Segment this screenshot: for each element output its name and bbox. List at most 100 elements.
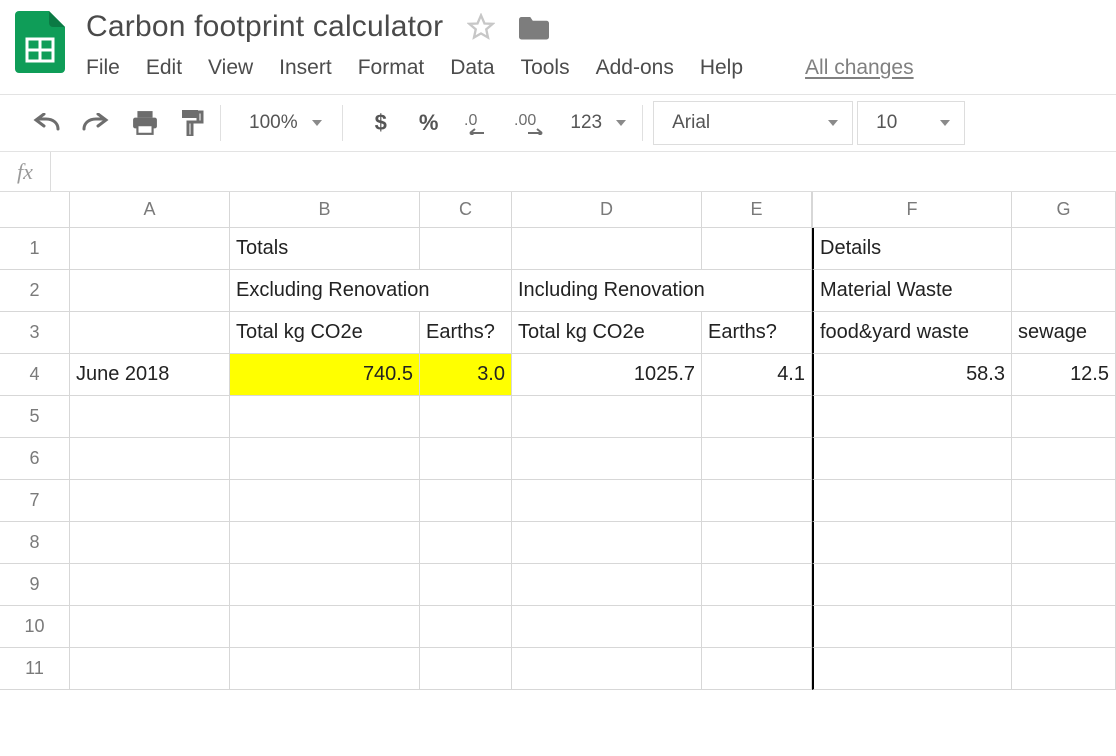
cell-a10[interactable] — [70, 606, 230, 648]
cell-d4[interactable]: 1025.7 — [512, 354, 702, 396]
cell-b10[interactable] — [230, 606, 420, 648]
cell-c11[interactable] — [420, 648, 512, 690]
zoom-dropdown[interactable]: 100% — [231, 101, 336, 145]
row-header-4[interactable]: 4 — [0, 354, 70, 396]
menu-data[interactable]: Data — [450, 56, 494, 80]
col-header-g[interactable]: G — [1012, 192, 1116, 228]
cell-g3[interactable]: sewage — [1012, 312, 1116, 354]
cell-b9[interactable] — [230, 564, 420, 606]
cell-a8[interactable] — [70, 522, 230, 564]
cell-f6[interactable] — [812, 438, 1012, 480]
cell-e9[interactable] — [702, 564, 812, 606]
menu-view[interactable]: View — [208, 56, 253, 80]
menu-tools[interactable]: Tools — [521, 56, 570, 80]
row-header-5[interactable]: 5 — [0, 396, 70, 438]
cell-c3[interactable]: Earths? — [420, 312, 512, 354]
cell-e3[interactable]: Earths? — [702, 312, 812, 354]
document-title[interactable]: Carbon footprint calculator — [86, 10, 443, 44]
cell-a9[interactable] — [70, 564, 230, 606]
cell-e5[interactable] — [702, 396, 812, 438]
cell-c6[interactable] — [420, 438, 512, 480]
cell-a5[interactable] — [70, 396, 230, 438]
cell-e8[interactable] — [702, 522, 812, 564]
cell-g1[interactable] — [1012, 228, 1116, 270]
row-header-2[interactable]: 2 — [0, 270, 70, 312]
menu-edit[interactable]: Edit — [146, 56, 182, 80]
cell-d9[interactable] — [512, 564, 702, 606]
cell-g6[interactable] — [1012, 438, 1116, 480]
decrease-decimal-button[interactable]: .0 — [464, 111, 494, 135]
cell-a3[interactable] — [70, 312, 230, 354]
cell-f1[interactable]: Details — [812, 228, 1012, 270]
cell-f2[interactable]: Material Waste — [812, 270, 1012, 312]
cell-g8[interactable] — [1012, 522, 1116, 564]
cell-b5[interactable] — [230, 396, 420, 438]
cell-g10[interactable] — [1012, 606, 1116, 648]
cell-c4[interactable]: 3.0 — [420, 354, 512, 396]
cell-g7[interactable] — [1012, 480, 1116, 522]
cell-g4[interactable]: 12.5 — [1012, 354, 1116, 396]
folder-icon[interactable] — [519, 14, 549, 40]
cell-d7[interactable] — [512, 480, 702, 522]
col-header-a[interactable]: A — [70, 192, 230, 228]
cell-a2[interactable] — [70, 270, 230, 312]
menu-help[interactable]: Help — [700, 56, 743, 80]
cell-a6[interactable] — [70, 438, 230, 480]
currency-format-button[interactable]: $ — [371, 110, 391, 136]
cell-c1[interactable] — [420, 228, 512, 270]
cell-d3[interactable]: Total kg CO2e — [512, 312, 702, 354]
cell-b4[interactable]: 740.5 — [230, 354, 420, 396]
cell-g11[interactable] — [1012, 648, 1116, 690]
cell-a11[interactable] — [70, 648, 230, 690]
cell-f5[interactable] — [812, 396, 1012, 438]
cell-b3[interactable]: Total kg CO2e — [230, 312, 420, 354]
col-header-c[interactable]: C — [420, 192, 512, 228]
cell-c9[interactable] — [420, 564, 512, 606]
cell-g5[interactable] — [1012, 396, 1116, 438]
cell-c10[interactable] — [420, 606, 512, 648]
menu-format[interactable]: Format — [358, 56, 425, 80]
font-size-dropdown[interactable]: 10 — [857, 101, 965, 145]
cell-a4[interactable]: June 2018 — [70, 354, 230, 396]
print-icon[interactable] — [132, 111, 158, 135]
cell-f10[interactable] — [812, 606, 1012, 648]
cell-b8[interactable] — [230, 522, 420, 564]
number-format-dropdown[interactable]: 123 — [566, 112, 626, 134]
cell-b6[interactable] — [230, 438, 420, 480]
redo-icon[interactable] — [82, 113, 110, 133]
sheets-app-icon[interactable] — [12, 14, 68, 70]
cell-e7[interactable] — [702, 480, 812, 522]
save-status-link[interactable]: All changes — [805, 56, 914, 80]
col-header-b[interactable]: B — [230, 192, 420, 228]
col-header-d[interactable]: D — [512, 192, 702, 228]
row-header-8[interactable]: 8 — [0, 522, 70, 564]
cell-f3[interactable]: food&yard waste — [812, 312, 1012, 354]
undo-icon[interactable] — [32, 113, 60, 133]
cell-e4[interactable]: 4.1 — [702, 354, 812, 396]
cell-f4[interactable]: 58.3 — [812, 354, 1012, 396]
cell-f7[interactable] — [812, 480, 1012, 522]
cell-g9[interactable] — [1012, 564, 1116, 606]
cell-d2[interactable]: Including Renovation — [512, 270, 812, 312]
cell-c7[interactable] — [420, 480, 512, 522]
cell-f9[interactable] — [812, 564, 1012, 606]
row-header-6[interactable]: 6 — [0, 438, 70, 480]
cell-d10[interactable] — [512, 606, 702, 648]
cell-a7[interactable] — [70, 480, 230, 522]
row-header-7[interactable]: 7 — [0, 480, 70, 522]
select-all-corner[interactable] — [0, 192, 70, 228]
cell-f11[interactable] — [812, 648, 1012, 690]
cell-g2[interactable] — [1012, 270, 1116, 312]
cell-c5[interactable] — [420, 396, 512, 438]
cell-e1[interactable] — [702, 228, 812, 270]
percent-format-button[interactable]: % — [415, 110, 443, 136]
cell-d6[interactable] — [512, 438, 702, 480]
cell-b2[interactable]: Excluding Renovation — [230, 270, 512, 312]
cell-d1[interactable] — [512, 228, 702, 270]
formula-input[interactable] — [51, 152, 1116, 191]
increase-decimal-button[interactable]: .00 — [514, 111, 550, 135]
cell-b7[interactable] — [230, 480, 420, 522]
row-header-3[interactable]: 3 — [0, 312, 70, 354]
paint-format-icon[interactable] — [180, 110, 204, 136]
cell-b1[interactable]: Totals — [230, 228, 420, 270]
